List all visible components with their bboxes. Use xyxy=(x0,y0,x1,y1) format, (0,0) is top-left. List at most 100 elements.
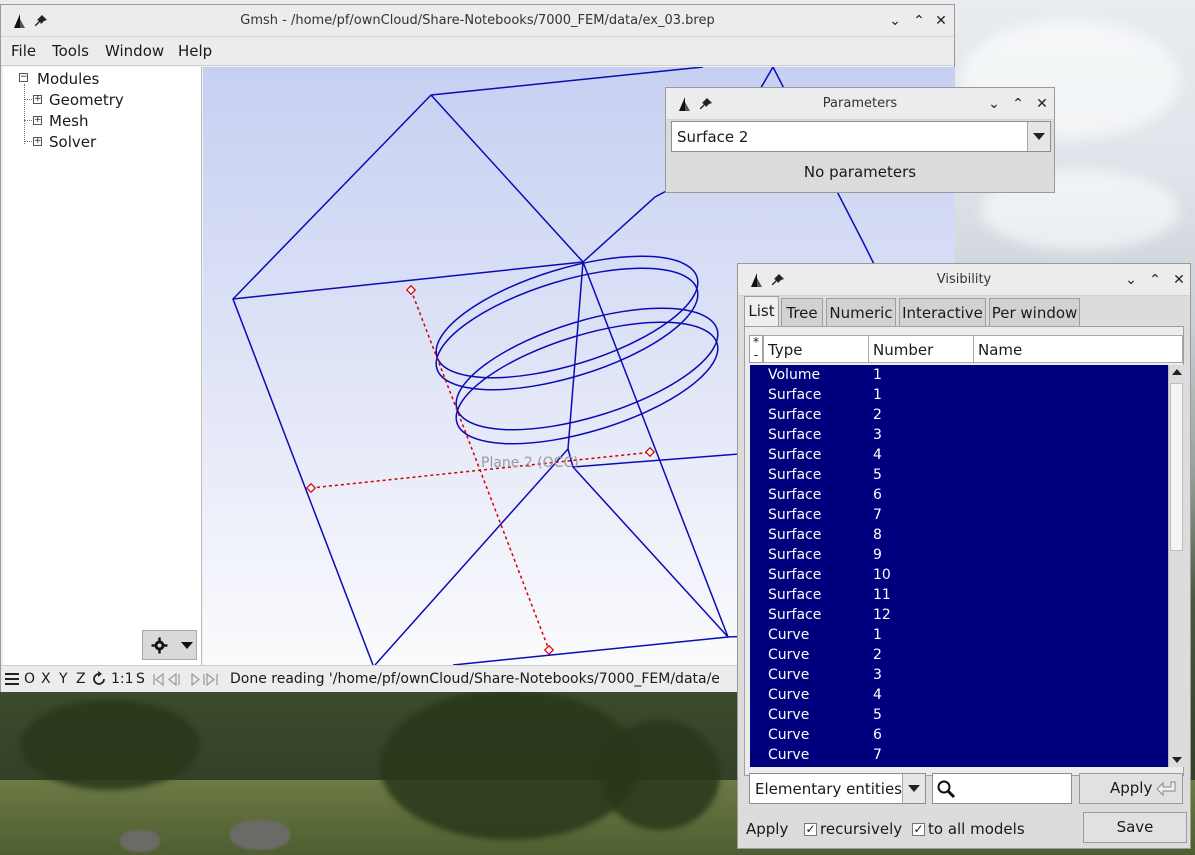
menu-window[interactable]: Window xyxy=(105,37,164,65)
recursively-label: recursively xyxy=(820,820,903,838)
entity-type: Curve xyxy=(768,727,810,743)
close-button[interactable]: ✕ xyxy=(931,11,951,31)
minimize-button[interactable]: ⌄ xyxy=(984,94,1004,114)
column-header-name[interactable]: Name xyxy=(973,335,1183,363)
select-toggle-button[interactable]: * - xyxy=(749,335,763,363)
minimize-button[interactable]: ⌄ xyxy=(1121,270,1141,290)
entity-type: Surface xyxy=(768,587,822,603)
entity-number: 4 xyxy=(873,687,882,703)
list-item[interactable]: Surface 9 xyxy=(750,545,1168,565)
column-header-number[interactable]: Number xyxy=(868,335,974,363)
minimize-button[interactable]: ⌄ xyxy=(885,11,905,31)
entity-number: 1 xyxy=(873,627,882,643)
options-menu-button[interactable] xyxy=(142,630,197,660)
scroll-thumb[interactable] xyxy=(1170,383,1183,551)
list-item[interactable]: Surface 6 xyxy=(750,485,1168,505)
select-button[interactable]: S xyxy=(136,666,145,692)
list-item[interactable]: Surface 10 xyxy=(750,565,1168,585)
list-item[interactable]: Curve 7 xyxy=(750,745,1168,765)
list-scrollbar[interactable] xyxy=(1168,365,1185,767)
collapse-icon[interactable]: − xyxy=(19,73,28,82)
view-z-button[interactable]: Z xyxy=(76,666,86,692)
list-item[interactable]: Surface 7 xyxy=(750,505,1168,525)
animation-controls-icon[interactable] xyxy=(152,673,220,686)
list-item[interactable]: Curve 1 xyxy=(750,625,1168,645)
menu-tools[interactable]: Tools xyxy=(52,37,89,65)
rotate-icon[interactable] xyxy=(91,671,107,687)
entity-type: Curve xyxy=(768,627,810,643)
visibility-titlebar[interactable]: Visibility ⌄ ⌃ ✕ xyxy=(738,264,1190,296)
selected-context: Surface 2 xyxy=(677,128,749,146)
entity-type-select[interactable]: Elementary entities xyxy=(749,773,926,804)
all-models-checkbox[interactable]: ✓ xyxy=(912,823,925,836)
entity-type: Volume xyxy=(768,367,821,383)
list-item[interactable]: Surface 3 xyxy=(750,425,1168,445)
expand-icon[interactable]: + xyxy=(33,95,42,104)
list-item[interactable]: Surface 8 xyxy=(750,525,1168,545)
menu-help[interactable]: Help xyxy=(178,37,212,65)
chevron-down-icon[interactable] xyxy=(902,774,925,803)
list-item[interactable]: Surface 4 xyxy=(750,445,1168,465)
scroll-down-icon[interactable] xyxy=(1172,757,1182,763)
list-item[interactable]: Surface 2 xyxy=(750,405,1168,425)
plane-label: Plane 2 (OCC) xyxy=(481,455,579,471)
close-button[interactable]: ✕ xyxy=(1032,94,1052,114)
entity-type: Surface xyxy=(768,547,822,563)
expand-icon[interactable]: + xyxy=(33,116,42,125)
entity-number: 2 xyxy=(873,407,882,423)
parameters-titlebar[interactable]: Parameters ⌄ ⌃ ✕ xyxy=(666,88,1054,120)
entity-number: 1 xyxy=(873,367,882,383)
list-item[interactable]: Surface 1 xyxy=(750,385,1168,405)
chevron-down-icon[interactable] xyxy=(1027,122,1050,151)
tree-item-geometry[interactable]: Geometry xyxy=(49,90,124,110)
tree-item-modules[interactable]: Modules xyxy=(37,69,99,89)
list-item[interactable]: Curve 4 xyxy=(750,685,1168,705)
close-button[interactable]: ✕ xyxy=(1169,270,1189,290)
tree-connector xyxy=(24,84,25,144)
tab-per-window[interactable]: Per window xyxy=(989,298,1080,326)
entity-number: 11 xyxy=(873,587,891,603)
maximize-button[interactable]: ⌃ xyxy=(909,11,929,31)
main-titlebar[interactable]: Gmsh - /home/pf/ownCloud/Share-Notebooks… xyxy=(1,5,954,37)
view-x-button[interactable]: X xyxy=(41,666,51,692)
tab-interactive[interactable]: Interactive xyxy=(899,298,986,326)
parameter-context-select[interactable]: Surface 2 xyxy=(671,121,1051,152)
hamburger-icon[interactable] xyxy=(5,673,19,685)
list-item[interactable]: Curve 2 xyxy=(750,645,1168,665)
list-item[interactable]: Curve 6 xyxy=(750,725,1168,745)
entity-number: 1 xyxy=(873,387,882,403)
entity-number: 5 xyxy=(873,707,882,723)
tree-connector xyxy=(24,99,32,100)
tab-list[interactable]: List xyxy=(744,296,779,326)
scale-button[interactable]: 1:1 xyxy=(111,666,134,692)
maximize-button[interactable]: ⌃ xyxy=(1008,94,1028,114)
entity-number: 6 xyxy=(873,487,882,503)
entity-number: 3 xyxy=(873,667,882,683)
list-item[interactable]: Curve 5 xyxy=(750,705,1168,725)
maximize-button[interactable]: ⌃ xyxy=(1145,270,1165,290)
column-header-type[interactable]: Type xyxy=(763,335,869,363)
apply-button[interactable]: Apply xyxy=(1079,773,1183,804)
tree-item-solver[interactable]: Solver xyxy=(49,132,96,152)
gear-icon xyxy=(151,637,168,654)
recursively-checkbox[interactable]: ✓ xyxy=(804,823,817,836)
search-input[interactable] xyxy=(932,773,1072,804)
list-item[interactable]: Volume 1 xyxy=(750,365,1168,385)
visibility-window: Visibility ⌄ ⌃ ✕ List Tree Numeric Inter… xyxy=(737,263,1191,849)
entity-list[interactable]: Volume 1 Surface 1 Surface 2 Surface 3 Surface 4 S… xyxy=(750,365,1168,767)
tree-connector xyxy=(24,120,32,121)
list-item[interactable]: Curve 3 xyxy=(750,665,1168,685)
tab-tree[interactable]: Tree xyxy=(781,298,823,326)
menu-file[interactable]: File xyxy=(11,37,36,65)
tab-numeric[interactable]: Numeric xyxy=(826,298,896,326)
tree-item-mesh[interactable]: Mesh xyxy=(49,111,89,131)
list-item[interactable]: Surface 12 xyxy=(750,605,1168,625)
view-origin-button[interactable]: O xyxy=(24,666,35,692)
list-item[interactable]: Surface 5 xyxy=(750,465,1168,485)
expand-icon[interactable]: + xyxy=(33,137,42,146)
list-item[interactable]: Surface 11 xyxy=(750,585,1168,605)
entity-number: 2 xyxy=(873,647,882,663)
view-y-button[interactable]: Y xyxy=(59,666,68,692)
save-button[interactable]: Save xyxy=(1083,812,1187,843)
scroll-up-icon[interactable] xyxy=(1172,369,1182,375)
